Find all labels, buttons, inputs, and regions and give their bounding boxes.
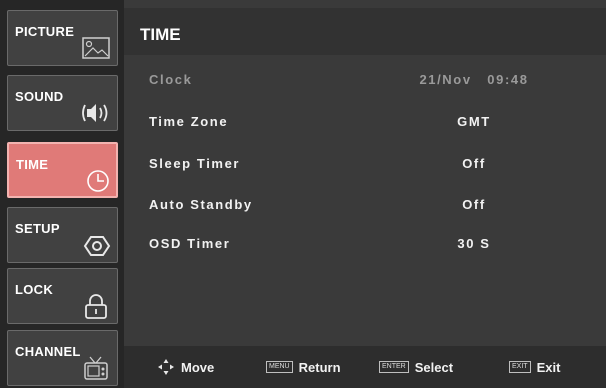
hint-move: Move: [157, 358, 214, 376]
tab-setup-label: SETUP: [15, 221, 60, 236]
gear-icon: [83, 236, 111, 256]
row-clock: Clock 21/Nov 09:48: [124, 72, 606, 96]
hint-move-label: Move: [181, 359, 215, 375]
tab-picture-label: PICTURE: [15, 24, 75, 39]
row-sleep-timer-value[interactable]: Off: [394, 156, 554, 171]
hint-exit: EXIT Exit: [509, 358, 560, 376]
clock-icon: [87, 170, 109, 192]
row-time-zone[interactable]: Time Zone GMT: [124, 114, 606, 138]
row-osd-timer-label: OSD Timer: [149, 236, 231, 251]
enter-key-badge: ENTER: [379, 361, 409, 373]
title-bar: TIME: [124, 8, 606, 55]
tab-channel[interactable]: CHANNEL: [7, 330, 118, 386]
exit-key-badge: EXIT: [509, 361, 531, 373]
main-panel: TIME Clock 21/Nov 09:48 Time Zone GMT Sl…: [124, 0, 606, 388]
sidebar: PICTURE SOUND TIME SETUP LOCK CHANNEL: [0, 0, 124, 388]
menu-key-badge: MENU: [266, 361, 293, 373]
row-time-zone-value[interactable]: GMT: [394, 114, 554, 129]
hint-select: ENTER Select: [379, 358, 453, 376]
tab-time[interactable]: TIME: [7, 142, 118, 198]
hint-return: MENU Return: [266, 358, 341, 376]
speaker-icon: [82, 104, 108, 122]
row-auto-standby-label: Auto Standby: [149, 197, 253, 212]
tab-lock[interactable]: LOCK: [7, 268, 118, 324]
row-osd-timer-value[interactable]: 30 S: [394, 236, 554, 251]
footer-hints: Move MENU Return ENTER Select EXIT Exit: [124, 346, 606, 388]
row-time-zone-label: Time Zone: [149, 114, 229, 129]
row-clock-value: 21/Nov 09:48: [419, 72, 529, 87]
row-auto-standby-value[interactable]: Off: [394, 197, 554, 212]
row-auto-standby[interactable]: Auto Standby Off: [124, 197, 606, 221]
tv-icon: [84, 356, 108, 380]
hint-exit-label: Exit: [536, 359, 561, 375]
tab-sound-label: SOUND: [15, 89, 64, 104]
row-clock-label: Clock: [149, 72, 193, 87]
row-osd-timer[interactable]: OSD Timer 30 S: [124, 236, 606, 260]
hint-select-label: Select: [414, 359, 454, 375]
tab-channel-label: CHANNEL: [15, 344, 81, 359]
tab-time-label: TIME: [16, 157, 49, 172]
tab-sound[interactable]: SOUND: [7, 75, 118, 131]
move-arrows-icon: [158, 359, 174, 375]
tab-lock-label: LOCK: [15, 282, 54, 297]
lock-icon: [85, 294, 107, 319]
hint-return-label: Return: [298, 359, 341, 375]
tab-setup[interactable]: SETUP: [7, 207, 118, 263]
tab-picture[interactable]: PICTURE: [7, 10, 118, 66]
row-sleep-timer[interactable]: Sleep Timer Off: [124, 156, 606, 180]
row-sleep-timer-label: Sleep Timer: [149, 156, 241, 171]
page-title: TIME: [140, 25, 181, 44]
picture-icon: [82, 37, 110, 59]
